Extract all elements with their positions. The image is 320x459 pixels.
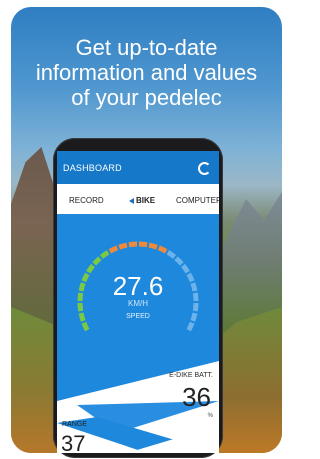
gauge-segment: [128, 241, 138, 248]
tab-computers[interactable]: COMPUTERS: [176, 196, 219, 205]
headline-line-1: Get up-to-date: [75, 35, 218, 60]
speed-value: 27.6: [112, 271, 164, 301]
range-value: 37: [61, 431, 86, 453]
app-header: DASHBOARD: [57, 151, 219, 184]
ebike-battery-label: E-DIKE BATT.: [169, 372, 213, 379]
gauge-segment: [157, 245, 168, 254]
gauge-segment: [99, 250, 110, 259]
headline-line-2: information and values: [35, 60, 258, 85]
range-label: RANGE: [62, 421, 87, 428]
speed-unit: KM/H: [128, 299, 148, 308]
gauge-segment: [108, 245, 119, 254]
gauge-segment: [186, 321, 195, 332]
tab-record[interactable]: RECORD: [69, 196, 104, 205]
phone-screen: DASHBOARD RECORD BIKE COMPUTERS 27.6 KM/…: [57, 151, 219, 453]
app-title: DASHBOARD: [63, 163, 122, 173]
gauge-segment: [148, 242, 158, 250]
gauge-segment: [81, 321, 90, 332]
gauge-segment: [118, 242, 128, 250]
tab-bar: RECORD BIKE COMPUTERS: [57, 184, 219, 214]
tab-bike[interactable]: BIKE: [129, 196, 155, 205]
refresh-icon[interactable]: [198, 162, 211, 175]
ebike-battery-value: 36: [182, 382, 211, 412]
headline-line-3: of your pedelec: [71, 85, 222, 110]
tab-bike-label: BIKE: [136, 196, 156, 205]
gauge-segment: [92, 256, 102, 266]
gauge-segment: [138, 241, 148, 248]
gauge-segment: [166, 250, 177, 259]
speed-label: SPEED: [126, 313, 150, 320]
arrow-left-icon: [129, 197, 134, 204]
headline: Get up-to-date information and values of…: [11, 35, 282, 110]
gauge-segment: [174, 256, 184, 266]
ebike-battery-unit: %: [207, 413, 213, 419]
